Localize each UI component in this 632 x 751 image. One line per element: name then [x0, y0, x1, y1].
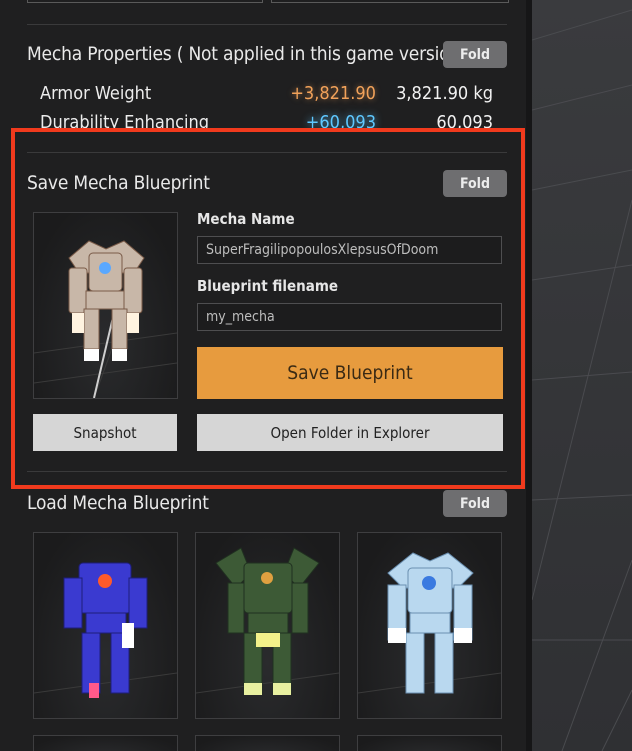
white-mecha-image	[358, 552, 501, 694]
scroll-clip	[0, 132, 526, 152]
mecha-name-label: Mecha Name	[197, 210, 295, 228]
top-input-left[interactable]	[27, 0, 263, 3]
blueprint-filename-label: Blueprint filename	[197, 277, 339, 295]
blueprint-thumbnail-blue[interactable]	[33, 532, 178, 719]
durability-bonus: +60,093	[305, 112, 376, 133]
armor-weight-value: 3,821.90 kg	[396, 83, 493, 104]
load-blueprint-title: Load Mecha Blueprint	[27, 492, 209, 514]
open-folder-button[interactable]: Open Folder in Explorer	[197, 414, 503, 451]
armor-weight-bonus: +3,821.90	[290, 83, 376, 104]
mecha-name-input[interactable]: SuperFragilipopoulosXlepsusOfDoom	[197, 236, 502, 264]
white-mecha-preview	[34, 240, 177, 398]
divider	[27, 24, 507, 25]
armor-weight-label: Armor Weight	[40, 83, 152, 104]
durability-label: Durability Enhancing	[40, 112, 210, 133]
top-input-right[interactable]	[271, 0, 509, 3]
load-blueprint-fold-button[interactable]: Fold	[443, 490, 507, 517]
blue-mecha-image	[34, 562, 177, 698]
blueprint-thumbnail-row2[interactable]	[195, 735, 340, 751]
save-blueprint-fold-button[interactable]: Fold	[443, 170, 507, 197]
durability-value: 60,093	[436, 112, 493, 133]
green-mecha-image	[196, 547, 339, 695]
divider	[27, 152, 507, 153]
save-blueprint-title: Save Mecha Blueprint	[27, 172, 210, 194]
mecha-editor-panel: Mecha Properties ( Not applied in this g…	[0, 0, 532, 751]
blueprint-filename-input[interactable]: my_mecha	[197, 303, 502, 331]
blueprint-thumbnail-row2[interactable]	[357, 735, 502, 751]
mecha-properties-fold-button[interactable]: Fold	[443, 41, 507, 68]
blueprint-thumbnail-row2[interactable]	[33, 735, 178, 751]
viewport-grid	[532, 9, 632, 751]
blueprint-preview-image	[33, 212, 178, 399]
blueprint-thumbnail-green[interactable]	[195, 532, 340, 719]
blueprint-thumbnail-white[interactable]	[357, 532, 502, 719]
save-blueprint-button[interactable]: Save Blueprint	[197, 347, 503, 399]
3d-viewport[interactable]	[532, 0, 632, 751]
snapshot-button[interactable]: Snapshot	[33, 414, 177, 451]
mecha-properties-title: Mecha Properties ( Not applied in this g…	[27, 43, 472, 65]
divider	[27, 471, 507, 472]
